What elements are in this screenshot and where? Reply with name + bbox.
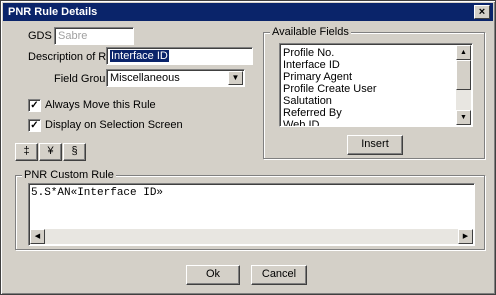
scroll-right-icon[interactable]: ▶ [458,229,473,244]
description-input[interactable]: Interface ID [106,47,253,65]
always-move-checkbox[interactable]: ✓ [28,99,41,112]
close-button[interactable]: × [474,5,490,19]
list-item[interactable]: Salutation [283,95,332,107]
field-groups-value: Miscellaneous [110,72,180,84]
custom-rule-group: PNR Custom Rule 5.S*AN«Interface ID» ◀ ▶ [15,169,485,250]
scroll-down-icon[interactable]: ▼ [456,110,471,125]
description-value: Interface ID [110,50,169,62]
scroll-left-icon[interactable]: ◀ [30,229,45,244]
cancel-label: Cancel [261,268,297,280]
gds-label: GDS [28,30,52,42]
list-item[interactable]: Profile No. [283,47,334,59]
close-icon: × [478,6,486,18]
custom-rule-title: PNR Custom Rule [22,169,116,181]
display-on-selection-label: Display on Selection Screen [45,119,183,131]
gds-field: Sabre [54,27,134,45]
list-item[interactable]: Profile Create User [283,83,377,95]
gds-value: Sabre [58,30,88,42]
display-on-selection-checkbox[interactable]: ✓ [28,119,41,132]
symbol-label: § [71,145,78,157]
chevron-down-icon[interactable]: ▼ [228,71,243,85]
title-bar: PNR Rule Details × [3,3,493,21]
symbol-button-section[interactable]: § [63,143,86,161]
insert-button[interactable]: Insert [347,135,403,155]
window-title: PNR Rule Details [8,6,98,18]
list-item[interactable]: Referred By [283,107,342,119]
custom-rule-textarea[interactable]: 5.S*AN«Interface ID» ◀ ▶ [28,183,475,246]
symbol-button-yen[interactable]: ¥ [39,143,62,161]
pnr-rule-details-dialog: PNR Rule Details × GDS Sabre Description… [0,0,496,295]
list-item[interactable]: Primary Agent [283,71,352,83]
available-fields-scrollbar[interactable]: ▲ ▼ [456,45,471,125]
ok-button[interactable]: Ok [186,265,240,285]
custom-rule-hscrollbar[interactable]: ◀ ▶ [30,229,473,244]
insert-label: Insert [361,138,389,150]
list-item[interactable]: Web ID [283,119,319,126]
symbol-button-double-dagger[interactable]: ‡ [15,143,38,161]
cancel-button[interactable]: Cancel [251,265,307,285]
field-groups-select[interactable]: Miscellaneous ▼ [106,69,245,87]
scroll-up-icon[interactable]: ▲ [456,45,471,60]
symbol-label: ‡ [23,145,30,157]
available-fields-group: Available Fields Profile No. Interface I… [263,26,485,159]
list-item[interactable]: Interface ID [283,59,340,71]
available-fields-title: Available Fields [270,26,351,38]
ok-label: Ok [205,268,221,280]
symbol-label: ¥ [47,145,54,157]
available-fields-list[interactable]: Profile No. Interface ID Primary Agent P… [279,43,473,127]
always-move-label: Always Move this Rule [45,99,156,111]
check-icon: ✓ [30,120,39,131]
scroll-thumb[interactable] [456,60,471,90]
check-icon: ✓ [30,100,39,111]
custom-rule-value: 5.S*AN«Interface ID» [31,187,164,199]
